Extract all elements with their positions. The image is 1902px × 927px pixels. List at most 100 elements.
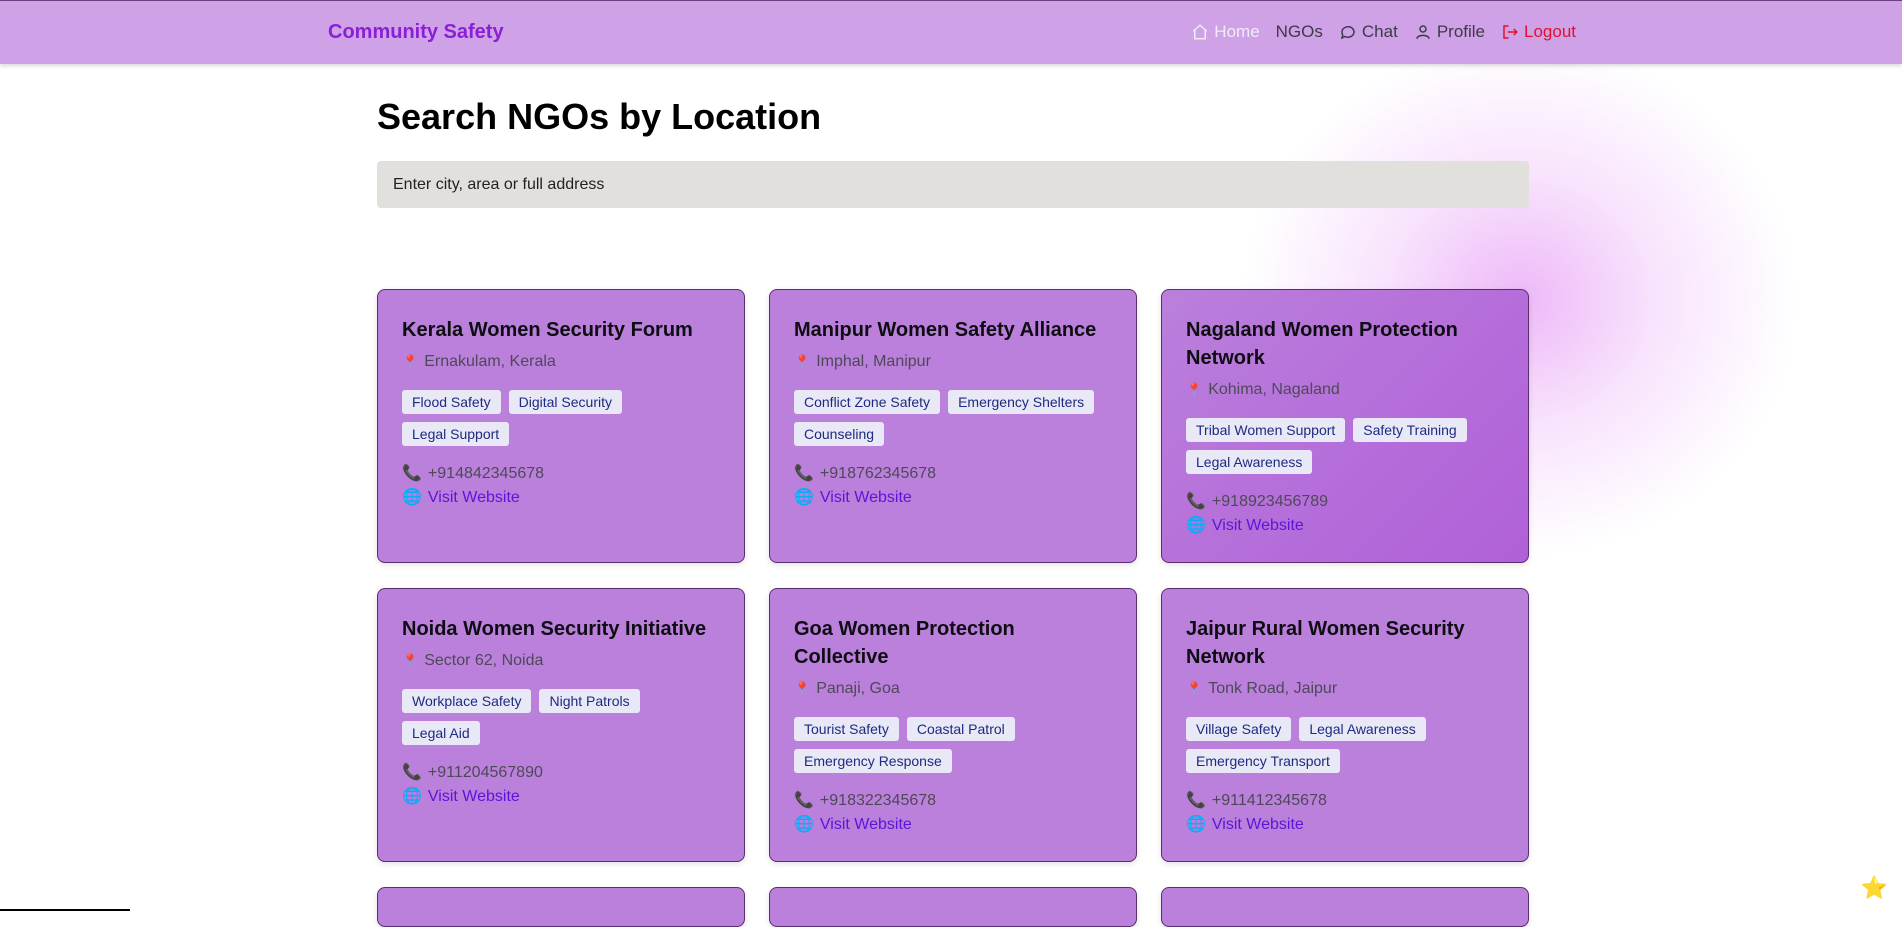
ngo-tag: Counseling — [794, 422, 885, 446]
ngo-tag: Tribal Women Support — [1186, 418, 1346, 442]
ngo-phone: 📞 +911412345678 — [1186, 789, 1504, 813]
visit-website-link[interactable]: Visit Website — [428, 785, 520, 809]
visit-website-link[interactable]: Visit Website — [1212, 813, 1304, 837]
ngo-name: Noida Women Security Initiative — [402, 618, 707, 640]
ngo-tag: Tourist Safety — [794, 717, 899, 741]
nav-profile[interactable]: Profile — [1414, 22, 1485, 42]
nav-logout[interactable]: Logout — [1501, 22, 1576, 42]
ngo-tag: Workplace Safety — [402, 689, 532, 713]
nav-logout-label: Logout — [1524, 22, 1576, 41]
ngo-tags: Tribal Women Support Safety Training Leg… — [1186, 418, 1504, 474]
ngo-website: 🌐 Visit Website — [1186, 514, 1504, 538]
ngo-tags: Village Safety Legal Awareness Emergency… — [1186, 717, 1504, 773]
ngo-tags: Workplace Safety Night Patrols Legal Aid — [402, 689, 720, 745]
visit-website-link[interactable]: Visit Website — [820, 813, 912, 837]
ngo-card: Jaipur Rural Women Security Network 📍 To… — [1161, 588, 1529, 862]
ngo-tag: Digital Security — [508, 390, 622, 414]
ngo-location: 📍 Tonk Road, Jaipur — [1186, 680, 1504, 698]
ngo-phone-text: +911204567890 — [427, 764, 543, 781]
ngo-card: Manipur Women Safety Alliance 📍 Imphal, … — [769, 289, 1137, 563]
ngo-tag: Emergency Transport — [1186, 749, 1340, 773]
ngo-card — [1161, 887, 1529, 927]
ngo-name: Kerala Women Security Forum — [402, 319, 693, 341]
ngo-card: Nagaland Women Protection Network 📍 Kohi… — [1161, 289, 1529, 563]
logout-icon — [1503, 25, 1518, 39]
ngo-location-text: Imphal, Manipur — [816, 353, 931, 370]
chat-icon — [1340, 25, 1355, 40]
ngo-tag: Legal Aid — [402, 721, 480, 745]
pin-icon: 📍 — [402, 354, 419, 369]
nav-chat[interactable]: Chat — [1339, 22, 1398, 42]
ngo-location-text: Ernakulam, Kerala — [424, 353, 556, 370]
visit-website-link[interactable]: Visit Website — [820, 486, 912, 510]
ngo-tag: Conflict Zone Safety — [794, 390, 941, 414]
ngo-tag: Emergency Response — [794, 749, 952, 773]
navbar: Community Safety Home NGOs Chat Profile … — [0, 0, 1902, 64]
ngo-tags: Flood Safety Digital Security Legal Supp… — [402, 390, 720, 446]
page-title: Search NGOs by Location — [377, 96, 822, 137]
ngo-phone-text: +918322345678 — [819, 792, 937, 809]
ngo-website: 🌐 Visit Website — [1186, 813, 1504, 837]
phone-icon: 📞 — [402, 465, 422, 482]
brand-logo[interactable]: Community Safety — [328, 21, 504, 44]
nav-chat-label: Chat — [1361, 22, 1398, 41]
ngo-website: 🌐 Visit Website — [402, 486, 720, 510]
ngo-location: 📍 Imphal, Manipur — [794, 353, 1112, 371]
ngo-tag: Safety Training — [1353, 418, 1467, 442]
ngo-website: 🌐 Visit Website — [794, 813, 1112, 837]
ngo-phone-text: +911412345678 — [1211, 792, 1327, 809]
phone-icon: 📞 — [402, 764, 422, 781]
ngo-location-text: Kohima, Nagaland — [1208, 381, 1340, 398]
user-icon — [1416, 25, 1430, 39]
nav-links: Home NGOs Chat Profile Logout — [1191, 22, 1576, 42]
ngo-tag: Coastal Patrol — [906, 717, 1015, 741]
ngo-location: 📍 Kohima, Nagaland — [1186, 381, 1504, 399]
ngo-location: 📍 Ernakulam, Kerala — [402, 353, 720, 371]
ngo-card — [769, 887, 1137, 927]
ngo-card — [377, 887, 745, 927]
ngo-phone-text: +918762345678 — [819, 465, 937, 482]
ngo-name: Manipur Women Safety Alliance — [794, 319, 1097, 341]
ngo-phone: 📞 +914842345678 — [402, 462, 720, 486]
visit-website-link[interactable]: Visit Website — [1212, 514, 1304, 538]
globe-icon: 🌐 — [794, 489, 814, 506]
star-icon[interactable]: ⭐ — [1861, 875, 1888, 901]
pin-icon: 📍 — [402, 653, 419, 668]
ngo-tag: Village Safety — [1186, 717, 1292, 741]
ngo-phone: 📞 +911204567890 — [402, 761, 720, 785]
ngo-website: 🌐 Visit Website — [794, 486, 1112, 510]
ngo-phone: 📞 +918923456789 — [1186, 490, 1504, 514]
nav-home[interactable]: Home — [1191, 22, 1260, 42]
ngo-tags: Tourist Safety Coastal Patrol Emergency … — [794, 717, 1112, 773]
ngo-location: 📍 Sector 62, Noida — [402, 652, 720, 670]
globe-icon: 🌐 — [402, 489, 422, 506]
ngo-phone: 📞 +918762345678 — [794, 462, 1112, 486]
nav-profile-label: Profile — [1436, 22, 1485, 41]
ngo-location: 📍 Panaji, Goa — [794, 680, 1112, 698]
search-input[interactable] — [377, 161, 1529, 208]
ngo-location-text: Panaji, Goa — [816, 680, 900, 697]
ngo-name: Jaipur Rural Women Security Network — [1186, 618, 1465, 668]
ngo-tag: Legal Awareness — [1186, 450, 1313, 474]
pin-icon: 📍 — [794, 681, 811, 696]
ngo-name: Nagaland Women Protection Network — [1186, 319, 1458, 369]
ngo-location-text: Sector 62, Noida — [424, 652, 544, 669]
ngo-card: Goa Women Protection Collective 📍 Panaji… — [769, 588, 1137, 862]
ngo-website: 🌐 Visit Website — [402, 785, 720, 809]
ngo-card: Kerala Women Security Forum 📍 Ernakulam,… — [377, 289, 745, 563]
nav-ngos-label: NGOs — [1275, 22, 1323, 41]
ngo-tags: Conflict Zone Safety Emergency Shelters … — [794, 390, 1112, 446]
phone-icon: 📞 — [1186, 792, 1206, 809]
ngo-location-text: Tonk Road, Jaipur — [1208, 680, 1338, 697]
pin-icon: 📍 — [794, 354, 811, 369]
ngo-card: Noida Women Security Initiative 📍 Sector… — [377, 588, 745, 862]
ngo-phone-text: +914842345678 — [427, 465, 545, 482]
ngo-grid: Kerala Women Security Forum 📍 Ernakulam,… — [377, 289, 1529, 927]
ngo-tag: Night Patrols — [539, 689, 640, 713]
ngo-tag: Flood Safety — [402, 390, 501, 414]
visit-website-link[interactable]: Visit Website — [428, 486, 520, 510]
ngo-tag: Legal Support — [402, 422, 510, 446]
pin-icon: 📍 — [1186, 681, 1203, 696]
nav-ngos[interactable]: NGOs — [1276, 22, 1323, 42]
ngo-phone: 📞 +918322345678 — [794, 789, 1112, 813]
